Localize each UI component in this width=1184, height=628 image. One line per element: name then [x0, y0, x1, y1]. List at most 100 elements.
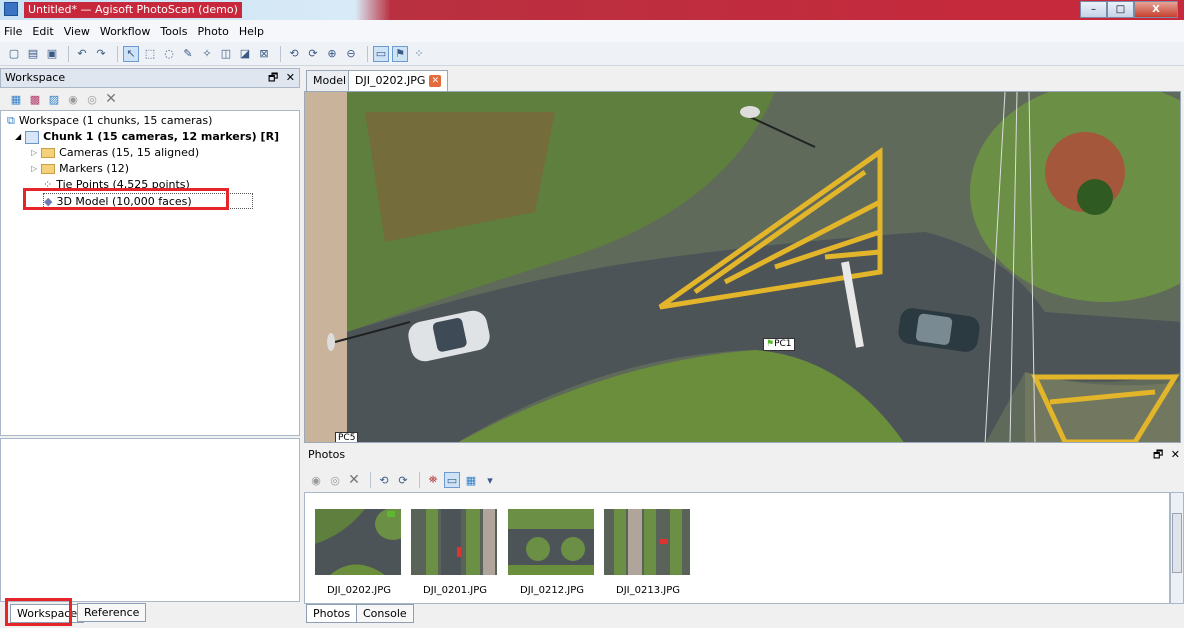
photo-thumbnail[interactable]: DJI_0202.JPG [315, 509, 403, 596]
tree-item-label: Chunk 1 (15 cameras, 12 markers) [R] [43, 130, 280, 143]
add-photos-icon[interactable]: ▩ [27, 91, 43, 107]
scrollbar-thumb[interactable] [1172, 513, 1182, 573]
photos-bottom-tabs: Photos Console [304, 604, 1184, 626]
tab-label: DJI_0202.JPG [355, 74, 426, 87]
photos-panel-title: Photos [308, 448, 346, 461]
expand-arrow-icon[interactable]: ▷ [31, 145, 37, 161]
tab-console[interactable]: Console [356, 604, 414, 623]
close-tab-icon[interactable]: ✕ [429, 75, 442, 87]
photo-filename: DJI_0212.JPG [520, 585, 584, 596]
photos-toolbar: ◉ ◎ ✕ ⟲ ⟳ ⛯ ▭ ▦ ▾ [304, 468, 1184, 492]
tree-item-cameras[interactable]: ▷ Cameras (15, 15 aligned) [31, 145, 199, 161]
collapse-arrow-icon[interactable]: ◢ [15, 129, 21, 145]
photos-scrollbar[interactable] [1170, 492, 1184, 604]
thumbnail-svg [411, 509, 497, 575]
highlight-3d-model [23, 188, 229, 210]
toolbar-separator [280, 45, 281, 62]
show-markers-icon[interactable]: ⚑ [392, 45, 408, 62]
rotate-right-icon[interactable]: ⟳ [395, 472, 411, 488]
menu-tools[interactable]: Tools [160, 25, 187, 38]
intelligent-scissors-icon[interactable]: ✎ [180, 46, 196, 62]
tab-photos[interactable]: Photos [306, 604, 358, 623]
tab-model[interactable]: Model [306, 70, 354, 91]
float-panel-icon[interactable]: 🗗 [268, 71, 278, 84]
enable-icon[interactable]: ◉ [65, 91, 81, 107]
zoom-out-icon[interactable]: ⊖ [343, 46, 359, 62]
workspace-toolbar: ▦ ▩ ▨ ◉ ◎ ✕ [0, 88, 300, 110]
thumbnails-icon[interactable]: ▦ [463, 472, 479, 488]
flag-icon: ⚑ [766, 339, 775, 349]
rotate-left-icon[interactable]: ⟲ [286, 46, 302, 62]
save-icon[interactable]: ▣ [44, 46, 60, 62]
menu-file[interactable]: File [4, 25, 22, 38]
redo-icon[interactable]: ↷ [93, 46, 109, 62]
close-panel-icon[interactable]: ✕ [1171, 448, 1180, 461]
menu-photo[interactable]: Photo [197, 25, 228, 38]
enable-icon[interactable]: ◉ [308, 472, 324, 488]
close-window-button[interactable]: X [1134, 1, 1178, 18]
dropdown-arrow-icon[interactable]: ▾ [482, 472, 498, 488]
folder-icon [41, 148, 56, 158]
add-chunk-icon[interactable]: ▦ [8, 91, 24, 107]
chunk-icon [25, 130, 40, 144]
photo-filename: DJI_0213.JPG [616, 585, 680, 596]
add-selection-icon[interactable]: ◫ [218, 46, 234, 62]
menu-view[interactable]: View [64, 25, 90, 38]
photo-filename: DJI_0201.JPG [423, 585, 487, 596]
view-mode-icon[interactable]: ▭ [444, 472, 460, 488]
navigation-icon[interactable]: ↖ [123, 45, 139, 62]
rotate-left-icon[interactable]: ⟲ [376, 472, 392, 488]
photo-thumbnail[interactable]: DJI_0201.JPG [411, 509, 499, 596]
window-title: Untitled* — Agisoft PhotoScan (demo) [24, 2, 242, 18]
subtract-selection-icon[interactable]: ◪ [237, 46, 253, 62]
rectangle-selection-icon[interactable]: ⬚ [142, 46, 158, 62]
tab-reference[interactable]: Reference [77, 603, 147, 622]
crop-icon[interactable]: ⊠ [256, 46, 272, 62]
tree-item-markers[interactable]: ▷ Markers (12) [31, 161, 129, 177]
show-cameras-icon[interactable]: ▭ [373, 45, 389, 62]
menu-help[interactable]: Help [239, 25, 264, 38]
undo-icon[interactable]: ↶ [74, 46, 90, 62]
marker-pc5[interactable]: PC5 [335, 432, 359, 442]
app-icon [4, 2, 18, 16]
add-folder-icon[interactable]: ▨ [46, 91, 62, 107]
maximize-button[interactable]: □ [1107, 1, 1134, 18]
photo-thumbnail-image [315, 509, 401, 575]
tree-item-label: Workspace (1 chunks, 15 cameras) [18, 114, 213, 127]
expand-arrow-icon[interactable]: ▷ [31, 161, 37, 177]
workspace-panel-title: Workspace [5, 71, 66, 84]
properties-pane [0, 438, 300, 602]
show-points-icon[interactable]: ⁘ [411, 46, 427, 62]
rotate-right-icon[interactable]: ⟳ [305, 46, 321, 62]
tab-photo-dji-0202[interactable]: DJI_0202.JPG ✕ [348, 70, 449, 91]
photos-list: DJI_0202.JPG DJI_0201.JPG DJI_0212.JPG D… [304, 492, 1170, 604]
marker-pc1[interactable]: ⚑PC1 [763, 338, 795, 351]
menu-bar: File Edit View Workflow Tools Photo Help [0, 20, 1184, 42]
toolbar-separator [68, 45, 69, 62]
toolbar-separator [117, 45, 118, 62]
open-folder-icon[interactable]: ▤ [25, 46, 41, 62]
menu-edit[interactable]: Edit [32, 25, 53, 38]
tree-item-workspace[interactable]: ⧉ Workspace (1 chunks, 15 cameras) [7, 113, 212, 129]
float-panel-icon[interactable]: 🗗 [1153, 448, 1163, 461]
disable-icon[interactable]: ◎ [327, 472, 343, 488]
remove-icon[interactable]: ✕ [103, 91, 119, 107]
photo-view[interactable]: ⚑PC1 PC5 [304, 91, 1181, 443]
menu-workflow[interactable]: Workflow [100, 25, 151, 38]
magic-wand-icon[interactable]: ✧ [199, 46, 215, 62]
zoom-in-icon[interactable]: ⊕ [324, 46, 340, 62]
new-file-icon[interactable]: ▢ [6, 46, 22, 62]
minimize-button[interactable]: – [1080, 1, 1107, 18]
photo-thumbnail[interactable]: DJI_0212.JPG [508, 509, 596, 596]
thumbnail-svg [315, 509, 401, 575]
tree-item-chunk[interactable]: ◢ Chunk 1 (15 cameras, 12 markers) [R] [15, 129, 279, 145]
filter-icon[interactable]: ⛯ [425, 472, 441, 488]
tree-item-label: Cameras (15, 15 aligned) [59, 146, 200, 159]
free-form-selection-icon[interactable]: ◌ [161, 46, 177, 62]
photo-thumbnail[interactable]: DJI_0213.JPG [604, 509, 692, 596]
aerial-photo [305, 92, 1180, 442]
tree-item-label: Markers (12) [59, 162, 129, 175]
remove-icon[interactable]: ✕ [346, 472, 362, 488]
disable-icon[interactable]: ◎ [84, 91, 100, 107]
close-panel-icon[interactable]: ✕ [286, 71, 295, 84]
